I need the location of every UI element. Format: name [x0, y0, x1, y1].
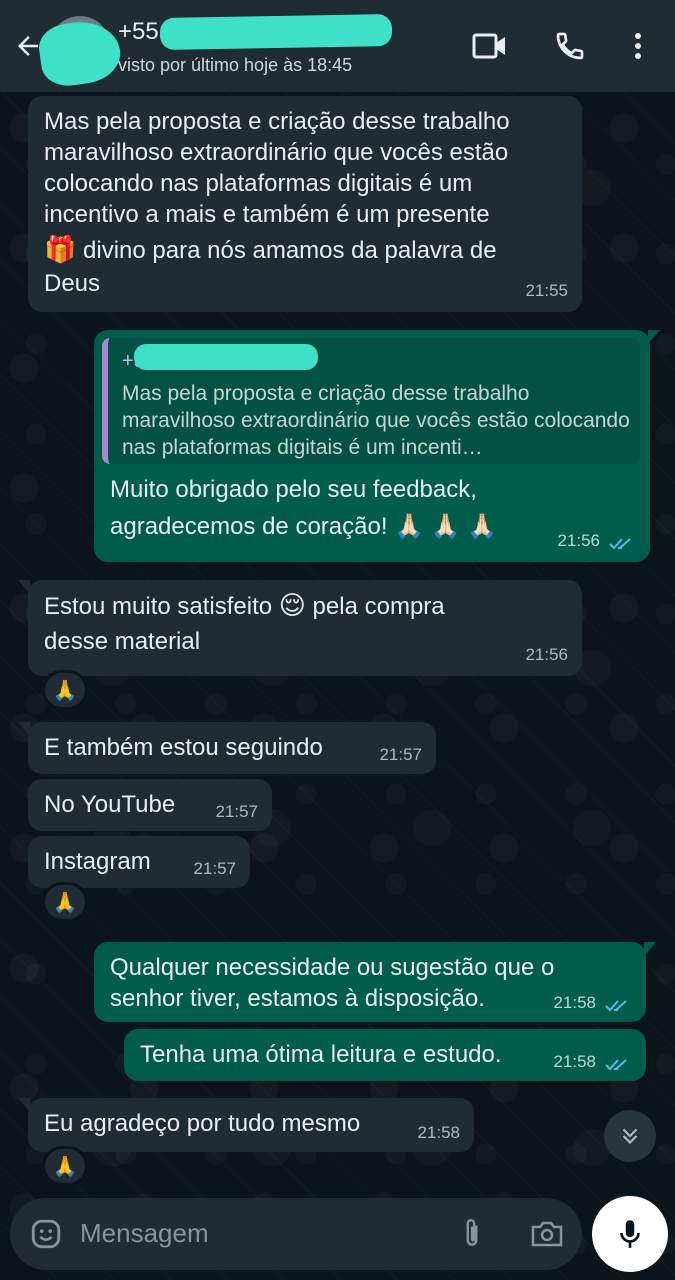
message-time: 21:58	[553, 993, 596, 1012]
message-text: divino para nós amamos da palavra de	[76, 237, 497, 264]
camera-icon[interactable]	[526, 1214, 568, 1254]
message-text: Qualquer necessidade ou sugestão que o	[110, 954, 555, 981]
message-time: 21:56	[557, 531, 600, 550]
message-text: senhor tiver, estamos à disposição.	[110, 985, 485, 1012]
message-text: colocando nas plataformas digitais é um	[44, 170, 473, 197]
relieved-face-emoji: 😌	[278, 590, 306, 620]
video-call-icon[interactable]	[470, 26, 510, 66]
message-text: Muito obrigado pelo seu feedback,	[110, 476, 477, 503]
chat-header: +55 8 visto por último hoje às 18:45	[0, 0, 675, 92]
message-composer[interactable]: Mensagem	[10, 1198, 582, 1270]
message-time: 21:55	[525, 281, 568, 300]
gift-emoji: 🎁	[44, 234, 77, 264]
message-incoming[interactable]: Mas pela proposta e criação desse trabal…	[28, 96, 582, 312]
reaction-badge[interactable]: 🙏	[42, 1146, 88, 1186]
more-vert-icon[interactable]	[618, 26, 658, 66]
quoted-message[interactable]: +5 Mas pela proposta e criação desse tra…	[102, 338, 640, 464]
message-time: 21:58	[417, 1123, 460, 1142]
message-incoming[interactable]: E também estou seguindo 21:57	[18, 722, 436, 774]
message-text: Estou muito satisfeito	[44, 593, 279, 620]
message-incoming[interactable]: No YouTube 21:57	[28, 779, 272, 831]
quote-author-redaction	[134, 344, 318, 370]
message-outgoing[interactable]: Tenha uma ótima leitura e estudo. 21:58	[124, 1029, 646, 1081]
double-check-icon	[605, 1059, 627, 1071]
message-text: Mas pela proposta e criação desse trabal…	[44, 108, 510, 135]
message-outgoing[interactable]: +5 Mas pela proposta e criação desse tra…	[94, 330, 660, 562]
last-seen-status: visto por último hoje às 18:45	[118, 55, 353, 75]
message-incoming[interactable]: Instagram 21:57	[28, 836, 250, 888]
message-outgoing[interactable]: Qualquer necessidade ou sugestão que o s…	[94, 942, 656, 1022]
message-time: 21:57	[193, 859, 236, 878]
message-text: pela compra	[305, 593, 445, 620]
message-input[interactable]: Mensagem	[80, 1218, 209, 1249]
scroll-down-icon	[622, 1128, 638, 1145]
message-text: agradecemos de coração! 🙏🏻 🙏🏻 🙏🏻	[110, 513, 498, 540]
message-time: 21:56	[525, 645, 568, 664]
message-time: 21:57	[379, 745, 422, 764]
reaction-badge[interactable]: 🙏	[42, 670, 88, 710]
quote-text: Mas pela proposta e criação desse trabal…	[122, 382, 630, 459]
message-time: 21:58	[553, 1052, 596, 1071]
mic-icon	[620, 1220, 640, 1248]
message-text: Eu agradeço por tudo mesmo	[44, 1110, 361, 1137]
message-incoming[interactable]: Estou muito satisfeito 😌 pela compra des…	[18, 580, 582, 676]
message-text: incentivo a mais e também é um presente	[44, 201, 490, 228]
message-text: E também estou seguindo	[44, 734, 323, 761]
phone-icon[interactable]	[550, 26, 590, 66]
avatar-redaction	[36, 16, 124, 90]
attach-icon[interactable]	[452, 1214, 492, 1254]
message-incoming[interactable]: Eu agradeço por tudo mesmo 21:58	[18, 1098, 474, 1152]
emoji-icon[interactable]	[26, 1214, 66, 1254]
double-check-icon	[609, 538, 631, 550]
contact-name-redaction	[159, 13, 393, 51]
double-check-icon	[605, 1000, 627, 1012]
message-text: desse material	[44, 628, 201, 655]
message-time: 21:57	[215, 802, 258, 821]
reaction-badge[interactable]: 🙏	[42, 882, 88, 922]
message-text: Deus	[44, 270, 101, 297]
scroll-down-button[interactable]	[604, 1110, 656, 1162]
mic-button[interactable]	[592, 1196, 668, 1272]
message-text: maravilhoso extraordinário que vocês est…	[44, 139, 509, 166]
